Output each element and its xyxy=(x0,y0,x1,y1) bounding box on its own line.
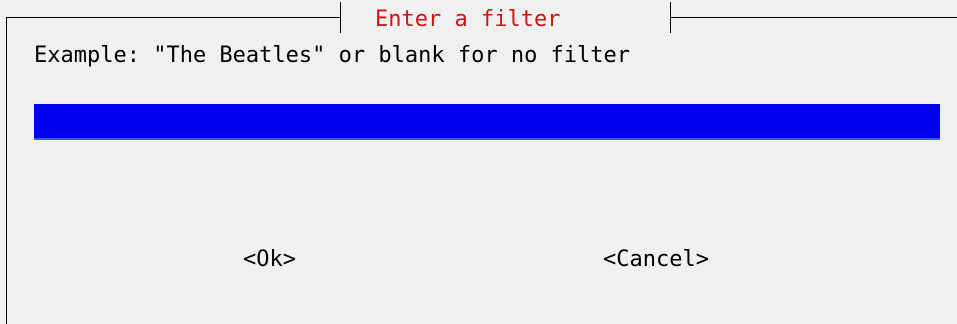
filter-input-underline xyxy=(34,138,940,140)
filter-input[interactable] xyxy=(34,104,940,138)
title-left-bracket xyxy=(340,2,341,33)
cancel-button[interactable]: <Cancel> xyxy=(603,247,709,273)
dialog-title: Enter a filter xyxy=(375,7,561,32)
dialog-left-border xyxy=(6,17,7,324)
title-right-bracket xyxy=(670,2,671,33)
filter-prompt: Example: "The Beatles" or blank for no f… xyxy=(34,43,631,68)
ok-button[interactable]: <Ok> xyxy=(243,247,296,273)
dialog-title-box: Enter a filter xyxy=(340,2,672,34)
dialog-top-border-left xyxy=(6,17,341,18)
filter-dialog: Enter a filter Example: "The Beatles" or… xyxy=(0,0,957,324)
dialog-top-border-right xyxy=(670,17,957,18)
